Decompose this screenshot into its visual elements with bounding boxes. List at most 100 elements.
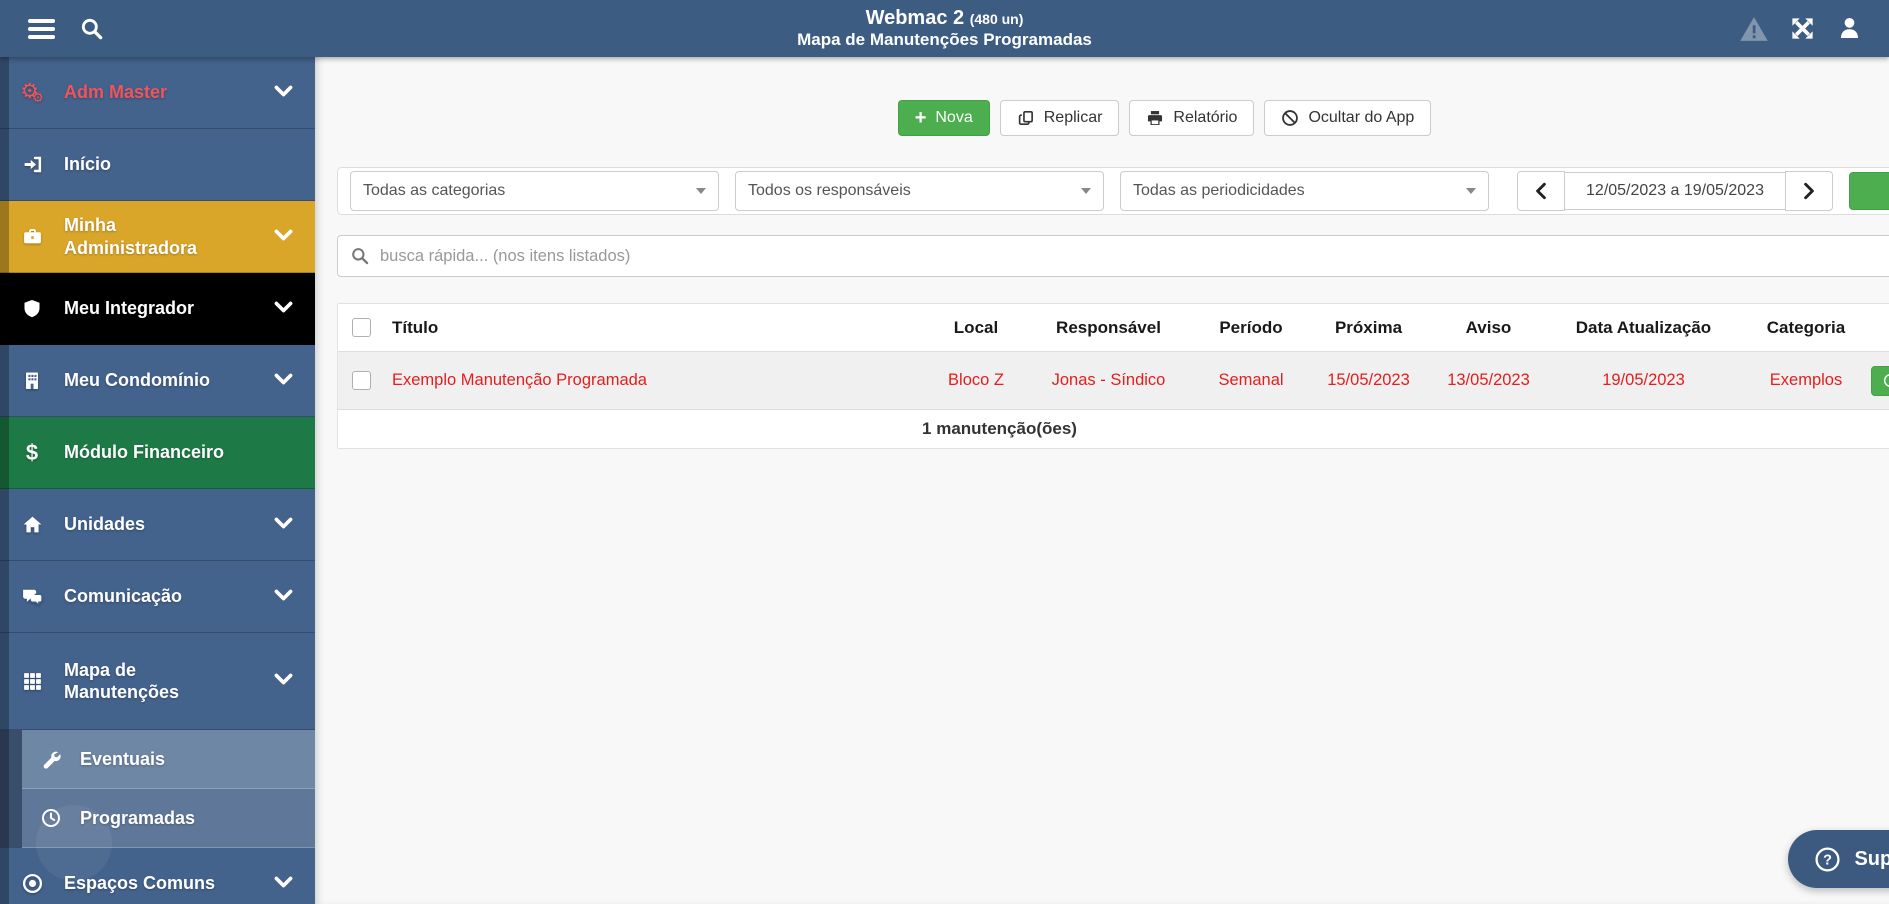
menu-icon[interactable]: [28, 18, 55, 39]
date-range-field[interactable]: 12/05/2023 a 19/05/2023: [1564, 172, 1786, 210]
clock-icon: [22, 808, 80, 828]
column-header-aviso: Aviso: [1465, 317, 1512, 337]
nova-button[interactable]: + Nova: [897, 100, 990, 136]
sidebar-item-label: Meu Condomínio: [64, 370, 210, 391]
relatorio-button[interactable]: Relatório: [1129, 100, 1255, 136]
search-button[interactable]: [1849, 172, 1889, 210]
quick-search-input[interactable]: [337, 235, 1889, 277]
sidebar-item-label: Unidades: [64, 514, 146, 535]
sidebar-item-label: Minha Administradora: [64, 215, 198, 258]
caret-down-icon: [1466, 188, 1476, 194]
bullseye-icon: [0, 873, 64, 894]
periodicidades-value: Todas as periodicidades: [1133, 182, 1305, 199]
sidebar-item-label: Mapa de Manutenções: [64, 659, 180, 703]
sidebar-item-inicio[interactable]: Início: [0, 129, 315, 201]
sidebar-item-unidades[interactable]: Unidades: [0, 489, 315, 561]
date-range-group: 12/05/2023 a 19/05/2023: [1517, 171, 1833, 211]
categorias-value: Todas as categorias: [363, 182, 506, 199]
categorias-select[interactable]: Todas as categorias: [350, 171, 719, 211]
caret-down-icon: [1081, 188, 1091, 194]
responsaveis-value: Todos os responsáveis: [748, 182, 911, 199]
sidebar-submenu-manutencoes: Eventuais Programadas: [0, 730, 315, 848]
caret-down-icon: [696, 188, 706, 194]
row-categoria: Exemplos: [1769, 371, 1843, 389]
replicar-label: Replicar: [1043, 109, 1103, 126]
actions-toolbar: + Nova Replicar Relatório Ocultar do App: [337, 100, 1889, 136]
relatorio-label: Relatório: [1173, 109, 1238, 126]
prev-week-button[interactable]: [1517, 171, 1565, 211]
column-header-periodo: Período: [1219, 317, 1283, 337]
filters-bar: Todas as categorias Todos os responsávei…: [337, 167, 1889, 215]
ban-icon: [1282, 110, 1299, 126]
row-data-atualizacao: 19/05/2023: [1602, 371, 1685, 389]
sidebar-item-eventuais[interactable]: Eventuais: [22, 730, 315, 789]
gears-icon: ⚙ ⚙: [20, 80, 44, 105]
sidebar-item-modulo-financeiro[interactable]: $ Módulo Financeiro: [0, 417, 315, 489]
top-bar: Webmac 2 (480 un) Mapa de Manutenções Pr…: [0, 0, 1889, 57]
sidebar-item-programadas[interactable]: Programadas: [22, 789, 315, 848]
sidebar-item-comunicacao[interactable]: Comunicação: [0, 561, 315, 633]
dollar-icon: $: [25, 439, 39, 465]
table-header-row: Título Local Responsável Período Próxima…: [338, 304, 1889, 352]
sidebar-item-minha-administradora[interactable]: Minha Administradora: [0, 201, 315, 273]
select-all-checkbox[interactable]: [352, 318, 371, 337]
periodicidades-select[interactable]: Todas as periodicidades: [1120, 171, 1489, 211]
printer-icon: [1148, 111, 1163, 125]
chevron-down-icon: [274, 228, 299, 246]
sidebar-item-espacos-comuns[interactable]: Espaços Comuns: [0, 848, 315, 904]
main-content: + Nova Replicar Relatório Ocultar do App…: [315, 57, 1889, 904]
table-row[interactable]: Exemplo Manutenção Programada Bloco Z Jo…: [338, 352, 1889, 410]
home-icon: [0, 514, 64, 535]
nova-label: Nova: [935, 109, 973, 126]
next-week-button[interactable]: [1785, 171, 1833, 211]
expand-icon[interactable]: [1789, 15, 1816, 42]
sidebar-item-adm-master[interactable]: ⚙ ⚙ Adm Master: [0, 57, 315, 129]
copy-icon: [1018, 111, 1033, 126]
replicar-button[interactable]: Replicar: [999, 100, 1120, 136]
sidebar-item-label: Espaços Comuns: [64, 873, 216, 894]
search-icon[interactable]: [79, 16, 105, 42]
sidebar-item-mapa-de-manutencoes[interactable]: Mapa de Manutenções: [0, 633, 315, 730]
app-title: Webmac 2: [865, 7, 965, 29]
row-aviso: 13/05/2023: [1447, 371, 1530, 389]
chevron-down-icon: [274, 875, 299, 893]
page-subtitle: Mapa de Manutenções Programadas: [797, 30, 1092, 49]
chevron-down-icon: [274, 516, 299, 534]
ocultar-do-app-button[interactable]: Ocultar do App: [1264, 100, 1432, 136]
ocultar-label: Ocultar do App: [1308, 109, 1415, 126]
search-icon: [352, 248, 369, 265]
briefcase-icon: [0, 226, 64, 247]
row-checkbox[interactable]: [352, 371, 371, 390]
sidebar-item-label: Módulo Financeiro: [64, 442, 224, 463]
units-count: (480 un): [969, 11, 1024, 27]
sidebar-item-label: Programadas: [80, 807, 196, 828]
chevron-down-icon: [274, 84, 299, 102]
plus-icon: +: [914, 107, 927, 129]
chevron-left-icon: [1536, 182, 1546, 200]
sidebar-item-meu-condominio[interactable]: Meu Condomínio: [0, 345, 315, 417]
sidebar-item-meu-integrador[interactable]: Meu Integrador: [0, 273, 315, 345]
column-header-proxima: Próxima: [1334, 317, 1403, 337]
support-label: Suporte: [1854, 847, 1889, 870]
warning-icon[interactable]: [1739, 15, 1769, 43]
app-window: Webmac 2 (480 un) Mapa de Manutenções Pr…: [0, 0, 1889, 904]
responsaveis-select[interactable]: Todos os responsáveis: [735, 171, 1104, 211]
row-local: Bloco Z: [948, 371, 1004, 389]
wrench-icon: [22, 749, 80, 769]
column-header-titulo: Título: [392, 317, 439, 337]
sidebar-item-label: Meu Integrador: [64, 298, 195, 319]
column-header-responsavel: Responsável: [1056, 317, 1161, 337]
sign-in-icon: [0, 154, 64, 175]
question-icon: ?: [1815, 846, 1840, 872]
sidebar-item-label: Comunicação: [64, 586, 183, 607]
chevron-down-icon: [274, 672, 299, 690]
user-icon[interactable]: [1836, 15, 1863, 42]
quick-search: [337, 235, 1889, 277]
support-button[interactable]: ? Suporte: [1788, 830, 1889, 888]
adiar-button[interactable]: Adiar: [1871, 365, 1889, 396]
row-responsavel: Jonas - Síndico: [1051, 371, 1166, 389]
row-periodo: Semanal: [1218, 371, 1284, 389]
shield-icon: [0, 298, 64, 319]
sidebar: ⚙ ⚙ Adm Master Início Minha Administrado…: [0, 57, 315, 904]
column-header-local: Local: [953, 317, 999, 337]
